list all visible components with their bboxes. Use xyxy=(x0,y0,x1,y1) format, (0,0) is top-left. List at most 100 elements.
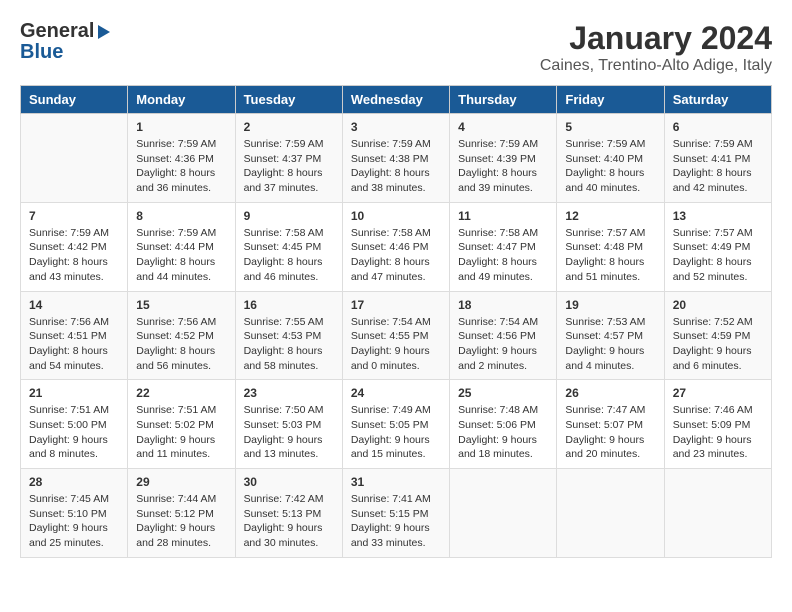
day-info: Sunrise: 7:57 AMSunset: 4:48 PMDaylight:… xyxy=(565,227,645,283)
day-number: 29 xyxy=(136,475,226,489)
day-number: 20 xyxy=(673,298,763,312)
day-number: 6 xyxy=(673,120,763,134)
calendar-cell: 20 Sunrise: 7:52 AMSunset: 4:59 PMDaylig… xyxy=(664,291,771,380)
calendar-cell: 16 Sunrise: 7:55 AMSunset: 4:53 PMDaylig… xyxy=(235,291,342,380)
day-header: Monday xyxy=(128,86,235,114)
day-number: 2 xyxy=(244,120,334,134)
logo-blue-text: Blue xyxy=(20,41,63,64)
logo-arrow-icon xyxy=(98,25,110,39)
day-info: Sunrise: 7:53 AMSunset: 4:57 PMDaylight:… xyxy=(565,316,645,372)
calendar-cell xyxy=(664,469,771,558)
day-number: 8 xyxy=(136,209,226,223)
calendar-cell: 25 Sunrise: 7:48 AMSunset: 5:06 PMDaylig… xyxy=(450,380,557,469)
logo: General Blue xyxy=(20,20,110,64)
calendar-cell: 9 Sunrise: 7:58 AMSunset: 4:45 PMDayligh… xyxy=(235,202,342,291)
day-number: 18 xyxy=(458,298,548,312)
day-number: 11 xyxy=(458,209,548,223)
day-info: Sunrise: 7:59 AMSunset: 4:37 PMDaylight:… xyxy=(244,138,324,194)
calendar-cell: 6 Sunrise: 7:59 AMSunset: 4:41 PMDayligh… xyxy=(664,114,771,203)
day-number: 27 xyxy=(673,386,763,400)
day-info: Sunrise: 7:50 AMSunset: 5:03 PMDaylight:… xyxy=(244,404,324,460)
day-info: Sunrise: 7:47 AMSunset: 5:07 PMDaylight:… xyxy=(565,404,645,460)
day-info: Sunrise: 7:42 AMSunset: 5:13 PMDaylight:… xyxy=(244,493,324,549)
calendar-cell: 31 Sunrise: 7:41 AMSunset: 5:15 PMDaylig… xyxy=(342,469,449,558)
day-info: Sunrise: 7:59 AMSunset: 4:41 PMDaylight:… xyxy=(673,138,753,194)
day-info: Sunrise: 7:59 AMSunset: 4:42 PMDaylight:… xyxy=(29,227,109,283)
day-number: 30 xyxy=(244,475,334,489)
day-number: 15 xyxy=(136,298,226,312)
day-number: 12 xyxy=(565,209,655,223)
day-info: Sunrise: 7:48 AMSunset: 5:06 PMDaylight:… xyxy=(458,404,538,460)
logo-general-text: General xyxy=(20,20,94,43)
day-header: Tuesday xyxy=(235,86,342,114)
day-number: 19 xyxy=(565,298,655,312)
calendar-cell: 28 Sunrise: 7:45 AMSunset: 5:10 PMDaylig… xyxy=(21,469,128,558)
location-subtitle: Caines, Trentino-Alto Adige, Italy xyxy=(540,57,772,75)
calendar-cell: 24 Sunrise: 7:49 AMSunset: 5:05 PMDaylig… xyxy=(342,380,449,469)
calendar-cell: 14 Sunrise: 7:56 AMSunset: 4:51 PMDaylig… xyxy=(21,291,128,380)
calendar-cell: 3 Sunrise: 7:59 AMSunset: 4:38 PMDayligh… xyxy=(342,114,449,203)
calendar-cell: 26 Sunrise: 7:47 AMSunset: 5:07 PMDaylig… xyxy=(557,380,664,469)
day-number: 25 xyxy=(458,386,548,400)
day-header: Saturday xyxy=(664,86,771,114)
calendar-cell: 29 Sunrise: 7:44 AMSunset: 5:12 PMDaylig… xyxy=(128,469,235,558)
calendar-cell: 7 Sunrise: 7:59 AMSunset: 4:42 PMDayligh… xyxy=(21,202,128,291)
day-info: Sunrise: 7:59 AMSunset: 4:44 PMDaylight:… xyxy=(136,227,216,283)
day-number: 14 xyxy=(29,298,119,312)
day-number: 13 xyxy=(673,209,763,223)
day-info: Sunrise: 7:49 AMSunset: 5:05 PMDaylight:… xyxy=(351,404,431,460)
day-info: Sunrise: 7:57 AMSunset: 4:49 PMDaylight:… xyxy=(673,227,753,283)
day-header: Wednesday xyxy=(342,86,449,114)
day-number: 24 xyxy=(351,386,441,400)
day-info: Sunrise: 7:58 AMSunset: 4:46 PMDaylight:… xyxy=(351,227,431,283)
day-info: Sunrise: 7:56 AMSunset: 4:51 PMDaylight:… xyxy=(29,316,109,372)
page-header: General Blue January 2024 Caines, Trenti… xyxy=(20,20,772,75)
day-number: 23 xyxy=(244,386,334,400)
day-info: Sunrise: 7:58 AMSunset: 4:45 PMDaylight:… xyxy=(244,227,324,283)
day-number: 21 xyxy=(29,386,119,400)
calendar-cell: 2 Sunrise: 7:59 AMSunset: 4:37 PMDayligh… xyxy=(235,114,342,203)
day-info: Sunrise: 7:59 AMSunset: 4:39 PMDaylight:… xyxy=(458,138,538,194)
calendar-cell: 27 Sunrise: 7:46 AMSunset: 5:09 PMDaylig… xyxy=(664,380,771,469)
calendar-cell: 1 Sunrise: 7:59 AMSunset: 4:36 PMDayligh… xyxy=(128,114,235,203)
calendar-cell: 17 Sunrise: 7:54 AMSunset: 4:55 PMDaylig… xyxy=(342,291,449,380)
calendar-table: SundayMondayTuesdayWednesdayThursdayFrid… xyxy=(20,85,772,558)
day-info: Sunrise: 7:51 AMSunset: 5:02 PMDaylight:… xyxy=(136,404,216,460)
calendar-cell: 8 Sunrise: 7:59 AMSunset: 4:44 PMDayligh… xyxy=(128,202,235,291)
calendar-cell: 4 Sunrise: 7:59 AMSunset: 4:39 PMDayligh… xyxy=(450,114,557,203)
day-number: 10 xyxy=(351,209,441,223)
day-info: Sunrise: 7:56 AMSunset: 4:52 PMDaylight:… xyxy=(136,316,216,372)
day-info: Sunrise: 7:59 AMSunset: 4:40 PMDaylight:… xyxy=(565,138,645,194)
day-info: Sunrise: 7:46 AMSunset: 5:09 PMDaylight:… xyxy=(673,404,753,460)
day-number: 31 xyxy=(351,475,441,489)
calendar-cell: 10 Sunrise: 7:58 AMSunset: 4:46 PMDaylig… xyxy=(342,202,449,291)
day-number: 3 xyxy=(351,120,441,134)
day-info: Sunrise: 7:45 AMSunset: 5:10 PMDaylight:… xyxy=(29,493,109,549)
calendar-cell: 19 Sunrise: 7:53 AMSunset: 4:57 PMDaylig… xyxy=(557,291,664,380)
calendar-cell: 18 Sunrise: 7:54 AMSunset: 4:56 PMDaylig… xyxy=(450,291,557,380)
calendar-cell: 21 Sunrise: 7:51 AMSunset: 5:00 PMDaylig… xyxy=(21,380,128,469)
day-info: Sunrise: 7:52 AMSunset: 4:59 PMDaylight:… xyxy=(673,316,753,372)
calendar-cell: 22 Sunrise: 7:51 AMSunset: 5:02 PMDaylig… xyxy=(128,380,235,469)
day-number: 9 xyxy=(244,209,334,223)
day-number: 17 xyxy=(351,298,441,312)
month-year-title: January 2024 xyxy=(540,20,772,57)
day-number: 5 xyxy=(565,120,655,134)
calendar-cell: 13 Sunrise: 7:57 AMSunset: 4:49 PMDaylig… xyxy=(664,202,771,291)
day-header: Thursday xyxy=(450,86,557,114)
day-number: 26 xyxy=(565,386,655,400)
day-info: Sunrise: 7:59 AMSunset: 4:36 PMDaylight:… xyxy=(136,138,216,194)
day-number: 4 xyxy=(458,120,548,134)
calendar-cell xyxy=(450,469,557,558)
day-info: Sunrise: 7:58 AMSunset: 4:47 PMDaylight:… xyxy=(458,227,538,283)
day-info: Sunrise: 7:44 AMSunset: 5:12 PMDaylight:… xyxy=(136,493,216,549)
calendar-cell: 11 Sunrise: 7:58 AMSunset: 4:47 PMDaylig… xyxy=(450,202,557,291)
day-info: Sunrise: 7:51 AMSunset: 5:00 PMDaylight:… xyxy=(29,404,109,460)
day-number: 1 xyxy=(136,120,226,134)
day-header: Friday xyxy=(557,86,664,114)
title-block: January 2024 Caines, Trentino-Alto Adige… xyxy=(540,20,772,75)
day-info: Sunrise: 7:55 AMSunset: 4:53 PMDaylight:… xyxy=(244,316,324,372)
day-info: Sunrise: 7:59 AMSunset: 4:38 PMDaylight:… xyxy=(351,138,431,194)
calendar-cell: 15 Sunrise: 7:56 AMSunset: 4:52 PMDaylig… xyxy=(128,291,235,380)
calendar-cell: 12 Sunrise: 7:57 AMSunset: 4:48 PMDaylig… xyxy=(557,202,664,291)
